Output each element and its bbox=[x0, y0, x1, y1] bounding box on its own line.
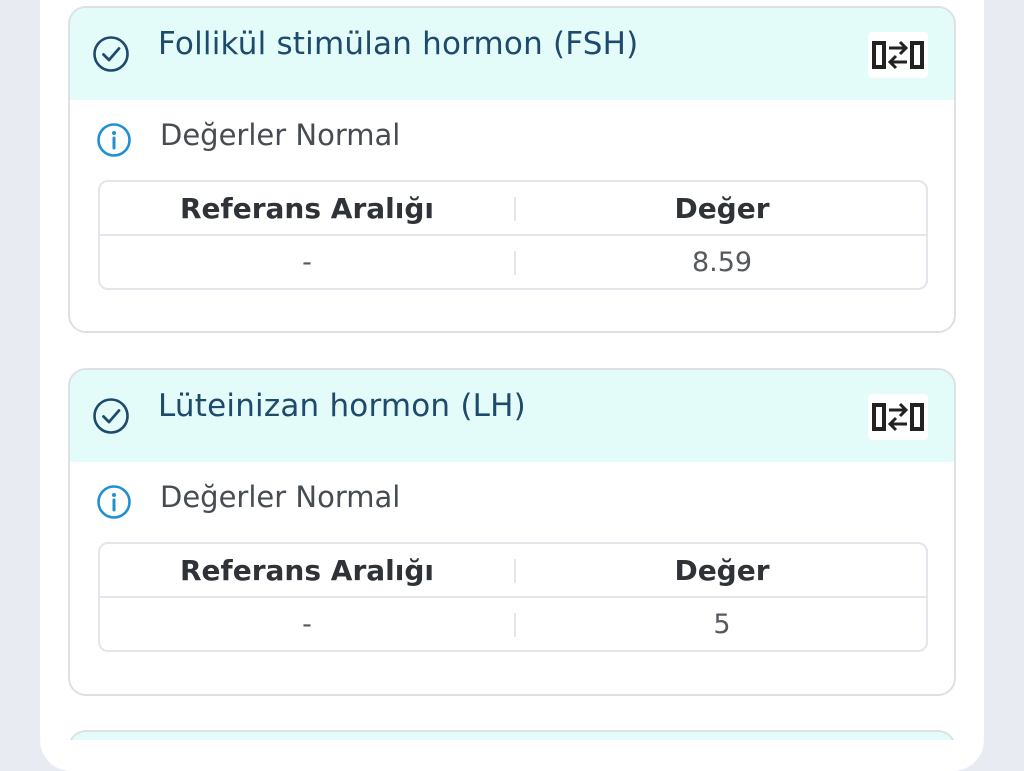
compare-arrows-icon[interactable] bbox=[868, 32, 928, 78]
check-circle-icon bbox=[93, 36, 129, 72]
table-row: - 8.59 bbox=[100, 236, 926, 290]
result-table: Referans Aralığı Değer - 5 bbox=[98, 542, 928, 652]
table-header-row: Referans Aralığı Değer bbox=[100, 182, 926, 236]
reference-range-cell: - bbox=[302, 609, 312, 640]
col-header-value: Değer bbox=[674, 192, 770, 225]
card-header[interactable]: Lüteinizan hormon (LH) bbox=[70, 370, 954, 462]
col-header-reference: Referans Aralığı bbox=[180, 554, 434, 587]
result-table: Referans Aralığı Değer - 8.59 bbox=[98, 180, 928, 290]
info-icon bbox=[97, 485, 131, 519]
table-row: - 5 bbox=[100, 598, 926, 652]
check-circle-icon bbox=[93, 398, 129, 434]
test-title: Lüteinizan hormon (LH) bbox=[158, 388, 526, 424]
info-icon bbox=[97, 123, 131, 157]
status-row: Değerler Normal bbox=[70, 462, 954, 534]
value-cell: 5 bbox=[713, 609, 731, 640]
card-header[interactable]: Follikül stimülan hormon (FSH) bbox=[70, 8, 954, 100]
value-cell: 8.59 bbox=[691, 247, 753, 278]
compare-arrows-icon[interactable] bbox=[868, 394, 928, 440]
col-header-reference: Referans Aralığı bbox=[180, 192, 434, 225]
reference-range-cell: - bbox=[302, 247, 312, 278]
status-text: Değerler Normal bbox=[160, 118, 401, 152]
status-row: Değerler Normal bbox=[70, 100, 954, 172]
status-text: Değerler Normal bbox=[160, 480, 401, 514]
test-card-lh: Lüteinizan hormon (LH) Değerler Normal R… bbox=[68, 368, 956, 696]
table-header-row: Referans Aralığı Değer bbox=[100, 544, 926, 598]
panel-bottom-edge bbox=[40, 740, 984, 771]
test-title: Follikül stimülan hormon (FSH) bbox=[158, 26, 639, 62]
test-card-fsh: Follikül stimülan hormon (FSH) Değerler … bbox=[68, 6, 956, 333]
col-header-value: Değer bbox=[674, 554, 770, 587]
